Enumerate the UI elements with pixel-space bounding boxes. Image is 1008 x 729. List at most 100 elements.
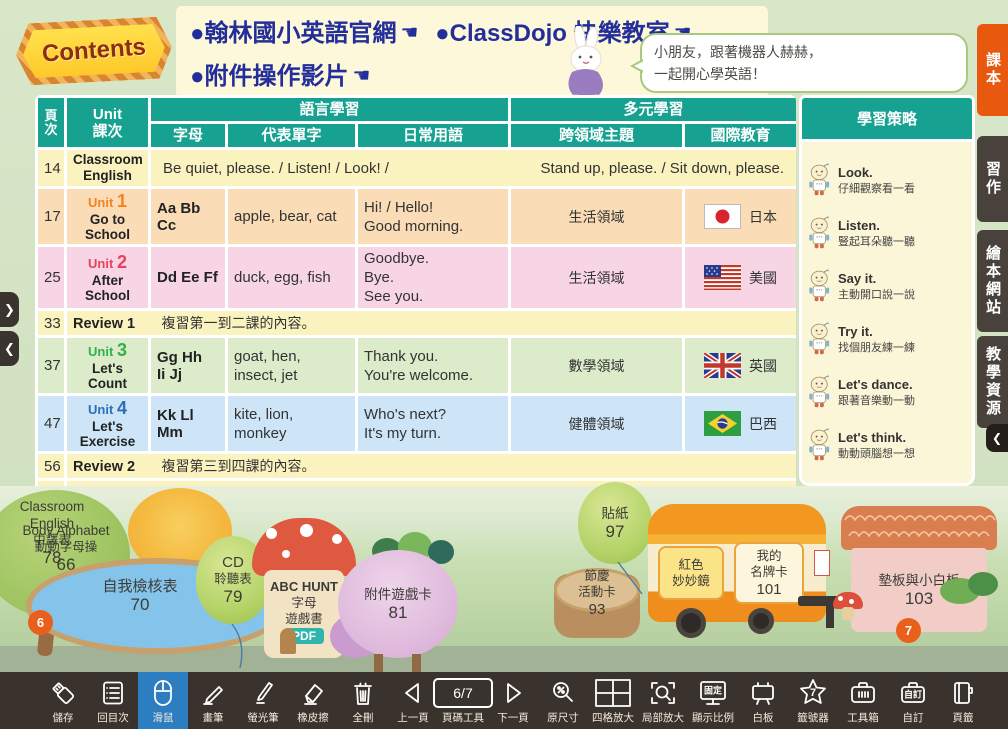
pink-tree-game-cards[interactable]: 附件遊戲卡 81	[338, 550, 458, 658]
unit3-words: goat, hen, insect, jet	[227, 337, 357, 395]
tab-teaching-resources[interactable]: 教學資源	[977, 336, 1008, 428]
unit3-letters: Gg Hh Ii Jj	[150, 337, 227, 395]
pencil-icon	[200, 677, 226, 709]
page-link-17[interactable]: 17	[37, 188, 66, 246]
chevron-left-icon: ❮	[992, 431, 1002, 445]
panel-collapse-arrow[interactable]: ❮	[0, 331, 19, 366]
contents-badge-label: Contents	[41, 33, 147, 68]
classroom-english-label[interactable]: Classroom English 中譯表 78	[0, 498, 104, 567]
unit1-letters: Aa Bb Cc	[150, 188, 227, 246]
review2-title: Review 2	[73, 459, 135, 475]
save-usb-icon	[50, 677, 76, 709]
brazil-flag-icon	[704, 411, 741, 436]
van-sticker	[814, 550, 830, 576]
page-link-14[interactable]: 14	[37, 149, 66, 188]
camper-van: 紅色 妙妙鏡 我的 名牌卡 101	[648, 504, 836, 654]
custom-box-icon: 自訂	[899, 677, 927, 709]
page-link-33[interactable]: 33	[37, 310, 66, 337]
unit3-domain: 數學領域	[510, 337, 684, 395]
previous-page-button[interactable]: 上一頁	[388, 672, 438, 729]
four-grid-zoom-button[interactable]: 四格放大	[588, 672, 638, 729]
whiteboard-icon	[749, 677, 777, 709]
whiteboard-button[interactable]: 白板	[738, 672, 788, 729]
robot-icon	[807, 163, 833, 197]
hand-cursor-icon: ☚	[401, 22, 419, 44]
tab-workbook[interactable]: 習作	[977, 136, 1008, 222]
unit4-domain: 健體領域	[510, 395, 684, 453]
table-row-review2: 56 Review 2 複習第三到四課的內容。	[37, 453, 797, 480]
page-link-25[interactable]: 25	[37, 246, 66, 310]
highlighter-tool-button[interactable]: 螢光筆	[238, 672, 288, 729]
unit2-phrases: Goodbye. Bye. See you.	[357, 246, 510, 310]
classroom-english-right: Stand up, please. / Sit down, please.	[541, 160, 785, 177]
magnifier-percent-icon	[550, 677, 576, 709]
strategy-say-it: Say it.主動開口說一說	[807, 269, 967, 303]
toolbox-button[interactable]: 工具箱	[838, 672, 888, 729]
page-indicator[interactable]: 6/7	[433, 678, 493, 708]
col-header-words: 代表單字	[227, 123, 357, 149]
svg-text:7: 7	[810, 687, 816, 699]
trash-icon	[350, 677, 376, 709]
tab-picturebook-site[interactable]: 繪本網站	[977, 230, 1008, 332]
house-roof	[841, 506, 997, 550]
unit1-phrases: Hi! / Hello! Good morning.	[357, 188, 510, 246]
page-badge-6: 6	[28, 610, 53, 635]
strategy-lets-think: Let's think.動動頭腦想一想	[807, 428, 967, 462]
panel-expand-arrow[interactable]: ❯	[0, 292, 19, 327]
bush	[968, 572, 998, 596]
page-badge-7: 7	[896, 618, 921, 643]
link-official-site[interactable]: ●翰林國小英語官網☚	[190, 20, 428, 47]
page-link-37[interactable]: 37	[37, 337, 66, 395]
pen-tool-button[interactable]: 畫筆	[188, 672, 238, 729]
hand-cursor-icon: ☚	[353, 65, 371, 87]
col-header-multi-learning: 多元學習	[510, 97, 796, 123]
page-tab-icon	[950, 677, 976, 709]
sidebar-collapse-arrow[interactable]: ❮	[986, 424, 1008, 452]
unit2-country: 美國	[749, 268, 777, 288]
strategy-listen: Listen.豎起耳朵聽一聽	[807, 216, 967, 250]
original-size-button[interactable]: 原尺寸	[538, 672, 588, 729]
page-link-56[interactable]: 56	[37, 453, 66, 480]
custom-button[interactable]: 自訂 自訂	[888, 672, 938, 729]
page-link-47[interactable]: 47	[37, 395, 66, 453]
back-to-toc-button[interactable]: 回目次	[88, 672, 138, 729]
link-attachment-video[interactable]: ●附件操作影片☚	[190, 63, 380, 90]
unit4-words: kite, lion, monkey	[227, 395, 357, 453]
next-page-button[interactable]: 下一頁	[488, 672, 538, 729]
unit4-country: 巴西	[749, 414, 777, 434]
display-ratio-button[interactable]: 固定 顯示比例	[688, 672, 738, 729]
delete-all-button[interactable]: 全刪	[338, 672, 388, 729]
triangle-right-icon	[501, 677, 525, 709]
attachments-scene: Body Alphabet 動動字母操 66 Classroom English…	[0, 486, 1008, 672]
page-number-tool[interactable]: 6/7 頁碼工具	[438, 672, 488, 729]
van-window-name-card[interactable]: 我的 名牌卡 101	[734, 542, 804, 604]
speech-line-2: 一起開心學英語！	[654, 63, 954, 85]
col-header-letters: 字母	[150, 123, 227, 149]
table-row-unit3: 37 Unit 3 Let's Count Gg Hh Ii Jj goat, …	[37, 337, 797, 395]
col-header-intl: 國際教育	[684, 123, 796, 149]
unit1-words: apple, bear, cat	[227, 188, 357, 246]
table-row-unit2: 25 Unit 2 After School Dd Ee Ff duck, eg…	[37, 246, 797, 310]
table-row-classroom-english: 14 ClassroomEnglish Be quiet, please. / …	[37, 149, 797, 188]
van-window-red-mirror[interactable]: 紅色 妙妙鏡	[658, 546, 724, 600]
page-tab-button[interactable]: 頁籤	[938, 672, 988, 729]
pink-house-whiteboard[interactable]: 墊板與小白板 103	[845, 506, 993, 632]
robot-icon	[807, 269, 833, 303]
partial-zoom-button[interactable]: 局部放大	[638, 672, 688, 729]
classroom-english-left: Be quiet, please. / Listen! / Look! /	[163, 160, 389, 177]
eraser-icon	[300, 677, 326, 709]
unit2-domain: 生活領域	[510, 246, 684, 310]
robot-icon	[807, 375, 833, 409]
small-mushroom	[833, 592, 863, 622]
number-picker-button[interactable]: 7 籤號器	[788, 672, 838, 729]
col-header-domain: 跨領域主題	[510, 123, 684, 149]
mouse-tool-button[interactable]: 滑鼠	[138, 672, 188, 729]
sticker-balloon[interactable]: 貼紙 97	[578, 482, 652, 564]
strategy-look: Look.仔細觀察看一看	[807, 163, 967, 197]
toc-list-icon	[100, 677, 126, 709]
table-row-unit1: 17 Unit 1 Go to School Aa Bb Cc apple, b…	[37, 188, 797, 246]
save-button[interactable]: 儲存	[38, 672, 88, 729]
tab-textbook[interactable]: 課本	[977, 24, 1008, 116]
eraser-tool-button[interactable]: 橡皮擦	[288, 672, 338, 729]
contents-badge: Contents	[14, 16, 173, 86]
